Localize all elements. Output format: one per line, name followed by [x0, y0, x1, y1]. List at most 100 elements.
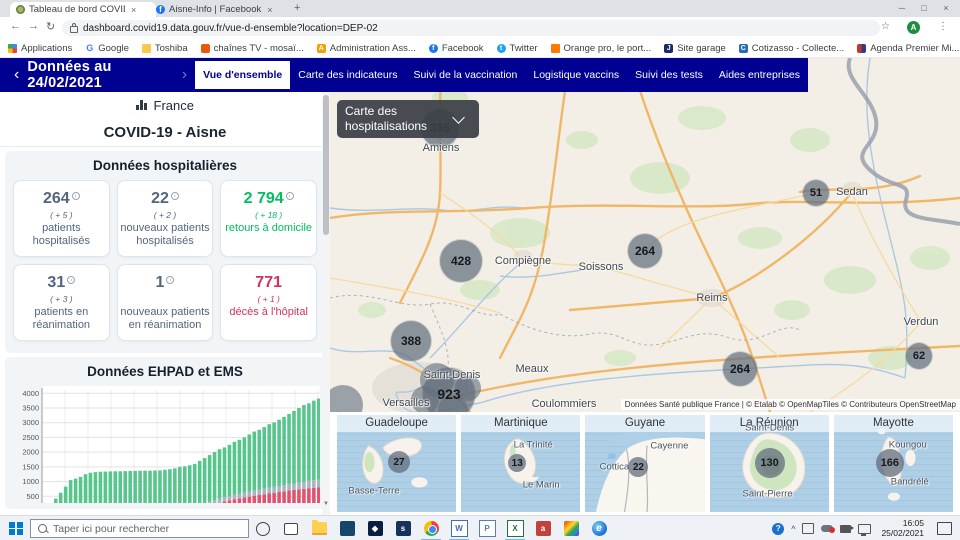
bookmark-item[interactable]: Applications: [8, 43, 72, 54]
stat-card[interactable]: 771( + 1 )décès à l'hôpital: [220, 264, 317, 341]
info-icon[interactable]: i: [166, 276, 174, 284]
bookmark-item[interactable]: AAdministration Ass...: [317, 43, 416, 54]
taskview-icon: [284, 523, 298, 535]
bookmark-item[interactable]: fFacebook: [429, 43, 484, 54]
map-marker[interactable]: 264: [628, 234, 662, 268]
inset-la-r-union[interactable]: La RéunionSaint-DenisSaint-Pierre130: [710, 415, 829, 512]
bookmark-item[interactable]: GGoogle: [85, 43, 129, 54]
bookmark-star-icon[interactable]: ☆: [881, 21, 890, 32]
tab-aides-entreprises[interactable]: Aides entreprises: [711, 58, 808, 92]
info-icon[interactable]: i: [67, 276, 75, 284]
bookmark-item[interactable]: chaînes TV - mosaï...: [201, 43, 304, 54]
bookmark-item[interactable]: Agenda Premier Mi...: [857, 43, 959, 54]
tab-suivi-de-la-vaccination[interactable]: Suivi de la vaccination: [405, 58, 525, 92]
map-marker[interactable]: 388: [391, 321, 431, 361]
notification-center-icon[interactable]: [937, 522, 952, 535]
inset-martinique[interactable]: MartiniqueLa TrinitéLe Marin13: [461, 415, 580, 512]
tab-close-icon[interactable]: ×: [267, 5, 272, 15]
stat-card[interactable]: 264i( + 5 )patients hospitalisés: [13, 180, 110, 257]
taskbar-app-sapp[interactable]: s: [389, 517, 417, 540]
inset-title: Martinique: [461, 415, 580, 432]
inset-city-label: Saint-Pierre: [743, 489, 793, 500]
taskbar-app-dropbox[interactable]: ◆: [361, 517, 389, 540]
info-icon[interactable]: i: [286, 192, 294, 200]
taskbar-app-explorer[interactable]: [305, 517, 333, 540]
taskbar-app-edge[interactable]: e: [585, 517, 613, 540]
chevron-up-icon[interactable]: ^: [791, 524, 795, 534]
taskbar-search[interactable]: Taper ici pour rechercher: [30, 519, 249, 538]
taskbar-app-store[interactable]: [333, 517, 361, 540]
scrollbar-thumb[interactable]: [323, 95, 329, 235]
stat-card[interactable]: 31i( + 3 )patients en réanimation: [13, 264, 110, 341]
taskbar-app-photos[interactable]: [557, 517, 585, 540]
new-tab-button[interactable]: +: [294, 2, 300, 14]
stat-value: 22i: [120, 190, 211, 208]
taskbar-app-works[interactable]: P: [473, 517, 501, 540]
city-label: Saint-Denis: [424, 369, 481, 381]
tab-vue-d-ensemble[interactable]: Vue d'ensemble: [195, 61, 290, 89]
map-marker[interactable]: 51: [803, 180, 829, 206]
bookmark-item[interactable]: JSite garage: [664, 43, 726, 54]
network-icon[interactable]: [858, 524, 871, 534]
taskbar-app-access[interactable]: a: [529, 517, 557, 540]
inset-title: Guyane: [585, 415, 704, 432]
folder-icon: [142, 44, 151, 53]
info-icon[interactable]: i: [171, 192, 179, 200]
onedrive-alert-icon[interactable]: [821, 525, 833, 532]
close-icon[interactable]: ×: [936, 0, 956, 16]
info-icon[interactable]: i: [72, 192, 80, 200]
inset-marker[interactable]: 130: [755, 448, 785, 478]
bookmark-item[interactable]: CCotizasso - Collecte...: [739, 43, 844, 54]
taskbar-clock[interactable]: 16:0525/02/2021: [881, 519, 924, 539]
clock-app-icon[interactable]: [802, 523, 814, 534]
inset-mayotte[interactable]: MayotteKoungouBandrélé166: [834, 415, 953, 512]
map-marker[interactable]: 62: [906, 343, 932, 369]
bookmark-item[interactable]: Toshiba: [142, 43, 188, 54]
region-selector[interactable]: France: [0, 92, 330, 118]
browser-tab[interactable]: Tableau de bord COVID-19 Suivi×: [10, 2, 156, 17]
ehpad-chart[interactable]: 5001000150020002500300035004000: [10, 386, 320, 503]
camera-icon[interactable]: [840, 525, 851, 533]
inset-guadeloupe[interactable]: GuadeloupeBasse-Terre27: [337, 415, 456, 512]
browser-tab[interactable]: fAisne-Info | Facebook×: [150, 2, 296, 17]
inset-guyane[interactable]: GuyaneCayenneCottica22: [585, 415, 704, 512]
sidebar-scrollbar[interactable]: ▼: [322, 92, 330, 515]
tab-logistique-vaccins[interactable]: Logistique vaccins: [525, 58, 627, 92]
minimize-icon[interactable]: ─: [892, 0, 912, 16]
stat-card[interactable]: 22i( + 2 )nouveaux patients hospitalisés: [117, 180, 214, 257]
profile-avatar[interactable]: A: [907, 21, 920, 34]
help-icon[interactable]: ?: [772, 523, 784, 535]
bookmark-item[interactable]: Orange pro, le port...: [551, 43, 652, 54]
forward-icon[interactable]: →: [28, 20, 39, 32]
maximize-icon[interactable]: □: [914, 0, 934, 16]
map-marker[interactable]: 428: [440, 240, 482, 282]
start-button-icon[interactable]: [9, 522, 23, 536]
bookmark-item[interactable]: tTwitter: [497, 43, 538, 54]
browser-menu-icon[interactable]: ⋮: [938, 21, 948, 32]
tab-carte-des-indicateurs[interactable]: Carte des indicateurs: [290, 58, 405, 92]
taskbar-app-chrome[interactable]: [417, 517, 445, 540]
taskbar-app-taskview[interactable]: [277, 517, 305, 540]
stat-card[interactable]: 1inouveaux patients en réanimation: [117, 264, 214, 341]
previous-date-icon[interactable]: ‹: [14, 66, 19, 84]
stat-card[interactable]: 2 794i( + 18 )retours à domicile: [220, 180, 317, 257]
map-marker[interactable]: 264: [723, 352, 757, 386]
google-icon: G: [85, 44, 94, 53]
taskbar-app-excel[interactable]: X: [501, 517, 529, 540]
tab-close-icon[interactable]: ×: [131, 5, 136, 15]
next-date-icon[interactable]: ›: [182, 66, 187, 84]
scrollbar-down-arrow[interactable]: ▼: [322, 501, 330, 507]
back-icon[interactable]: ←: [10, 20, 21, 32]
map-canvas[interactable]: 3354282645138826462923AmiensCompiègneSoi…: [330, 58, 960, 412]
address-bar[interactable]: dashboard.covid19.data.gouv.fr/vue-d-ens…: [62, 20, 880, 36]
inset-marker[interactable]: 166: [876, 449, 904, 477]
taskbar-app-wordpad[interactable]: W: [445, 517, 473, 540]
taskbar-app-cortana[interactable]: [249, 517, 277, 540]
svg-text:3000: 3000: [22, 418, 39, 427]
tab-suivi-des-tests[interactable]: Suivi des tests: [627, 58, 711, 92]
map-layer-dropdown[interactable]: Carte des hospitalisations: [337, 100, 479, 138]
bookmarks-bar: Applications GGoogle Toshiba chaînes TV - m…: [0, 39, 960, 58]
facebook-icon: f: [156, 5, 165, 14]
reload-icon[interactable]: ↻: [46, 20, 55, 33]
inset-marker[interactable]: 27: [388, 451, 410, 473]
